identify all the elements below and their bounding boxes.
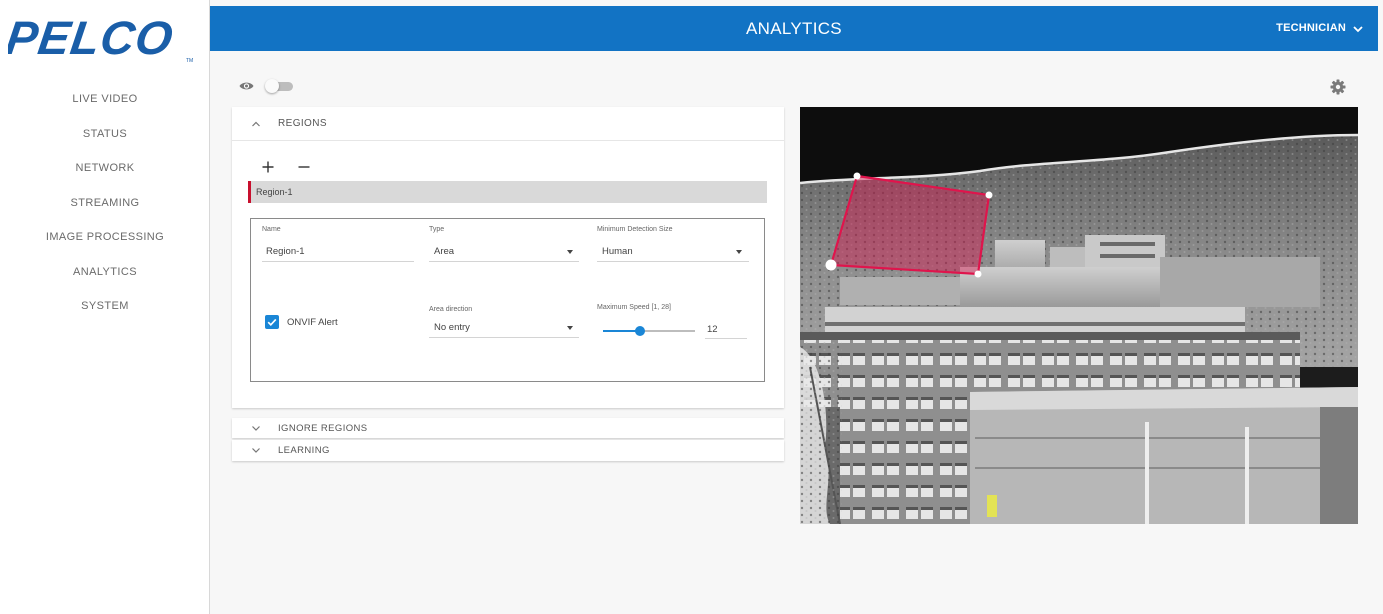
- area-direction-select[interactable]: No entry: [429, 317, 579, 339]
- min-size-label: Minimum Detection Size: [597, 226, 673, 233]
- svg-text:TM: TM: [186, 58, 193, 64]
- type-label: Type: [429, 226, 445, 233]
- sidebar: PELCO TM LIVE VIDEO STATUS NETWORK STREA…: [0, 0, 210, 614]
- name-field[interactable]: Region-1: [266, 246, 305, 257]
- type-underline: [429, 261, 579, 262]
- page-title: ANALYTICS: [746, 19, 842, 38]
- area-direction-label: Area direction: [429, 306, 473, 313]
- regions-title: REGIONS: [278, 118, 327, 129]
- pelco-logo: PELCO TM: [8, 12, 193, 64]
- onvif-alert-checkbox[interactable]: [265, 315, 279, 329]
- add-icon[interactable]: [261, 160, 275, 174]
- eye-icon: [239, 82, 254, 90]
- svg-text:PELCO: PELCO: [8, 12, 177, 64]
- max-speed-underline: [705, 338, 747, 339]
- type-caret-icon: [567, 250, 573, 254]
- ignore-regions-panel: IGNORE REGIONS: [232, 418, 784, 438]
- camera-view[interactable]: [800, 107, 1358, 524]
- min-size-caret-icon: [736, 250, 742, 254]
- nav-item-streaming[interactable]: STREAMING: [0, 192, 210, 227]
- user-menu[interactable]: TECHNICIAN: [1276, 6, 1364, 51]
- max-speed-slider[interactable]: [603, 325, 695, 337]
- area-direction-caret-icon: [567, 326, 573, 330]
- area-direction-underline: [429, 337, 579, 338]
- top-bar: ANALYTICS TECHNICIAN: [210, 6, 1378, 51]
- name-underline: [262, 261, 414, 262]
- region-list-item[interactable]: Region-1: [248, 181, 767, 203]
- chevron-down-icon: [252, 426, 260, 431]
- slider-thumb[interactable]: [635, 326, 645, 336]
- regions-panel: REGIONS Region-1 Name Region-1 Type Area…: [232, 107, 784, 408]
- onvif-alert-label: ONVIF Alert: [287, 317, 338, 328]
- remove-icon[interactable]: [297, 160, 311, 174]
- gear-icon[interactable]: [1330, 79, 1346, 95]
- min-size-value: Human: [602, 246, 633, 257]
- main-nav: LIVE VIDEO STATUS NETWORK STREAMING IMAG…: [0, 88, 210, 330]
- nav-item-network[interactable]: NETWORK: [0, 157, 210, 192]
- nav-item-status[interactable]: STATUS: [0, 123, 210, 158]
- ignore-regions-title: IGNORE REGIONS: [278, 422, 368, 434]
- user-role-label: TECHNICIAN: [1276, 22, 1346, 34]
- min-size-select[interactable]: Human: [597, 241, 749, 263]
- ignore-regions-header[interactable]: IGNORE REGIONS: [232, 418, 784, 438]
- learning-title: LEARNING: [278, 444, 330, 456]
- checkmark-icon: [267, 318, 277, 327]
- toggle-thumb: [265, 79, 279, 93]
- name-label: Name: [262, 226, 281, 233]
- learning-panel: LEARNING: [232, 440, 784, 461]
- type-select[interactable]: Area: [429, 241, 579, 263]
- max-speed-input[interactable]: 12: [705, 320, 747, 340]
- nav-item-system[interactable]: SYSTEM: [0, 295, 210, 330]
- max-speed-label: Maximum Speed [1, 28]: [597, 304, 671, 311]
- nav-item-analytics[interactable]: ANALYTICS: [0, 261, 210, 296]
- nav-item-live-video[interactable]: LIVE VIDEO: [0, 88, 210, 123]
- min-size-underline: [597, 261, 749, 262]
- learning-header[interactable]: LEARNING: [232, 440, 784, 460]
- chevron-down-icon: [252, 448, 260, 453]
- area-direction-value: No entry: [434, 322, 470, 333]
- region-settings-form: Name Region-1 Type Area Minimum Detectio…: [250, 218, 765, 382]
- type-value: Area: [434, 246, 455, 257]
- chevron-up-icon: [252, 121, 260, 126]
- thermal-camera-image: [800, 107, 1358, 524]
- overlay-toggle[interactable]: [265, 79, 295, 93]
- regions-header[interactable]: REGIONS: [232, 107, 784, 141]
- nav-item-image-processing[interactable]: IMAGE PROCESSING: [0, 226, 210, 261]
- chevron-down-icon: [1353, 25, 1363, 32]
